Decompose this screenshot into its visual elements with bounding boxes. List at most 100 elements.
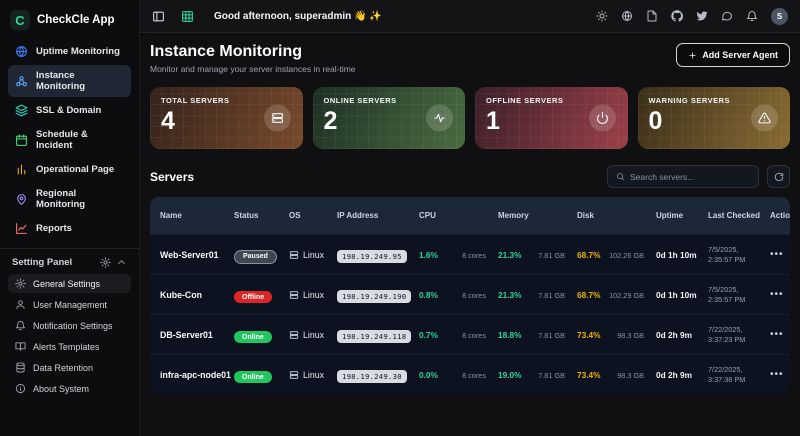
cpu-cores: 8 cores (462, 251, 486, 260)
stat-card-total-servers[interactable]: TOTAL SERVERS 4 (150, 87, 303, 149)
disk-metric: 73.4%98.3 GB (577, 330, 656, 340)
book-icon (15, 341, 26, 352)
memory-percent: 21.3% (498, 250, 522, 260)
cpu-cores: 8 cores (462, 331, 486, 340)
server-row[interactable]: infra-apc-node01 Online Linux 198.19.249… (150, 354, 790, 394)
twitter-icon[interactable] (696, 10, 708, 22)
col-memory: Memory (498, 211, 577, 221)
ip-address: 198.19.249.118 (337, 330, 411, 343)
docs-icon[interactable] (646, 10, 658, 22)
col-ip: IP Address (337, 211, 419, 221)
notifications-bell-icon[interactable] (746, 10, 758, 22)
sidebar-item-label: Schedule & Incident (36, 129, 124, 151)
memory-metric: 21.3%7.81 GB (498, 290, 577, 300)
app-logo[interactable]: C CheckCle App (8, 8, 131, 40)
gear-icon (100, 257, 111, 268)
sidebar-item-general-settings[interactable]: General Settings (8, 274, 131, 293)
memory-metric: 18.8%7.81 GB (498, 330, 577, 340)
disk-metric: 73.4%98.3 GB (577, 370, 656, 380)
cpu-percent: 0.8% (419, 290, 438, 300)
warning-triangle-icon (751, 105, 778, 132)
server-name: DB-Server01 (160, 330, 234, 340)
stat-card-online-servers[interactable]: ONLINE SERVERS 2 (313, 87, 466, 149)
sidebar-item-regional-monitoring[interactable]: Regional Monitoring (8, 183, 131, 215)
chat-icon[interactable] (721, 10, 733, 22)
sidebar-item-uptime-monitoring[interactable]: Uptime Monitoring (8, 40, 131, 63)
disk-percent: 68.7% (577, 250, 601, 260)
col-uptime: Uptime (656, 211, 708, 221)
os-label: Linux (303, 290, 324, 300)
sidebar-item-operational-page[interactable]: Operational Page (8, 158, 131, 181)
server-row[interactable]: DB-Server01 Online Linux 198.19.249.118 … (150, 314, 790, 354)
language-globe-icon[interactable] (621, 10, 633, 22)
cpu-cores: 8 cores (462, 371, 486, 380)
top-header: Good afternoon, superadmin 👋 ✨ S (140, 0, 800, 33)
last-checked: 7/22/2025,3:37:23 PM (708, 325, 770, 345)
page-subtitle: Monitor and manage your server instances… (150, 64, 356, 74)
sidebar-item-label: Data Retention (33, 363, 93, 373)
os-icon (289, 330, 299, 340)
server-row[interactable]: Kube-Con Offline Linux 198.19.249.190 0.… (150, 274, 790, 314)
sidebar-item-about-system[interactable]: About System (8, 379, 131, 398)
row-actions-button[interactable]: ••• (770, 329, 784, 340)
disk-metric: 68.7%102.29 GB (577, 290, 656, 300)
setting-panel-header[interactable]: Setting Panel (8, 249, 131, 274)
add-server-agent-button[interactable]: Add Server Agent (676, 43, 790, 67)
stat-label: TOTAL SERVERS (161, 96, 292, 105)
row-actions-button[interactable]: ••• (770, 289, 784, 300)
server-name: Web-Server01 (160, 250, 234, 260)
memory-total: 7.81 GB (538, 331, 565, 340)
sidebar-item-instance-monitoring[interactable]: Instance Monitoring (8, 65, 131, 97)
page-title: Instance Monitoring (150, 43, 356, 61)
row-actions-button[interactable]: ••• (770, 369, 784, 380)
sidebar-item-data-retention[interactable]: Data Retention (8, 358, 131, 377)
last-checked: 7/5/2025,2:35:57 PM (708, 285, 770, 305)
col-cpu: CPU (419, 211, 498, 221)
search-input[interactable] (630, 172, 750, 182)
memory-percent: 19.0% (498, 370, 522, 380)
uptime: 0d 1h 10m (656, 290, 708, 300)
search-icon (616, 172, 625, 181)
ip-address: 198.19.249.95 (337, 250, 407, 263)
sidebar-item-ssl-domain[interactable]: SSL & Domain (8, 99, 131, 122)
servers-heading: Servers (150, 170, 194, 184)
stat-card-offline-servers[interactable]: OFFLINE SERVERS 1 (475, 87, 628, 149)
server-row[interactable]: Web-Server01 Paused Linux 198.19.249.95 … (150, 234, 790, 274)
sidebar-item-schedule-incident[interactable]: Schedule & Incident (8, 124, 131, 156)
sidebar-item-label: User Management (33, 300, 107, 310)
theme-sun-icon[interactable] (596, 10, 608, 22)
greeting-text: Good afternoon, superadmin 👋 ✨ (214, 11, 382, 22)
stat-label: WARNING SERVERS (649, 96, 780, 105)
bell-icon (15, 320, 26, 331)
calendar-icon (15, 134, 28, 147)
disk-percent: 68.7% (577, 290, 601, 300)
panel-toggle-icon[interactable] (152, 10, 165, 23)
col-actions: Actions (770, 211, 790, 221)
sidebar-item-notification-settings[interactable]: Notification Settings (8, 316, 131, 335)
col-disk: Disk (577, 211, 656, 221)
add-server-agent-label: Add Server Agent (702, 50, 778, 60)
memory-metric: 21.3%7.81 GB (498, 250, 577, 260)
layers-icon (15, 104, 28, 117)
github-icon[interactable] (671, 10, 683, 22)
grid-icon[interactable] (181, 10, 194, 23)
row-actions-button[interactable]: ••• (770, 249, 784, 260)
sidebar-item-alerts-templates[interactable]: Alerts Templates (8, 337, 131, 356)
cluster-icon (15, 75, 28, 88)
stat-card-warning-servers[interactable]: WARNING SERVERS 0 (638, 87, 791, 149)
chevron-up-icon[interactable] (116, 257, 127, 268)
search-box[interactable] (607, 165, 759, 188)
main-content: Instance Monitoring Monitor and manage y… (140, 33, 800, 436)
sidebar-item-label: Uptime Monitoring (36, 46, 120, 57)
sidebar-item-user-management[interactable]: User Management (8, 295, 131, 314)
ip-address: 198.19.249.30 (337, 370, 407, 383)
cpu-metric: 0.0% 8 cores (419, 370, 498, 380)
sidebar-item-reports[interactable]: Reports (8, 217, 131, 240)
os-label: Linux (303, 330, 324, 340)
refresh-button[interactable] (767, 165, 790, 188)
stat-label: OFFLINE SERVERS (486, 96, 617, 105)
avatar[interactable]: S (771, 8, 788, 25)
disk-percent: 73.4% (577, 370, 601, 380)
stat-label: ONLINE SERVERS (324, 96, 455, 105)
cpu-percent: 0.0% (419, 370, 438, 380)
